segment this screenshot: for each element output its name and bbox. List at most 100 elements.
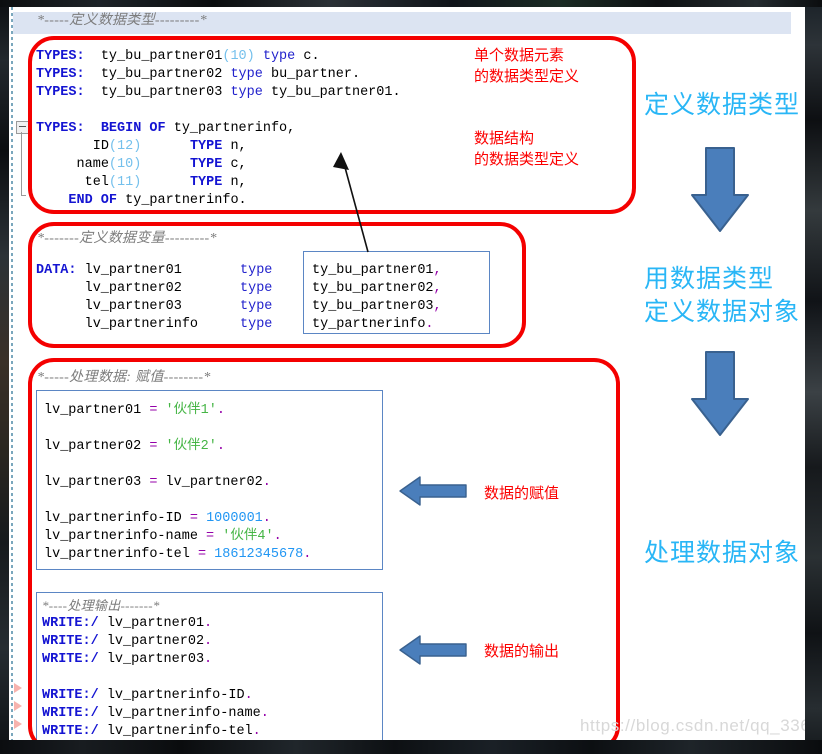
period-a6: . [303,547,312,562]
period-4: . [425,317,434,332]
annotation-assignment: 数据的赋值 [484,484,560,502]
kw-write: WRITE:/ [42,634,99,649]
code-line-assign-3[interactable]: lv_partner03 = lv_partner02. [44,474,271,492]
field-tel-type: n, [230,175,247,190]
var-name-4: lv_partnerinfo [84,317,199,332]
assign-var-1: lv_partner01 [44,403,142,418]
code-line-write-name[interactable]: WRITE:/ lv_partnerinfo-name. [42,705,269,723]
code-line-field-name[interactable]: name(10) TYPE c, [36,156,247,174]
type-base-1: c. [303,49,320,64]
period-w3: . [204,652,213,667]
kw-write: WRITE:/ [42,724,99,739]
code-line-assign-name[interactable]: lv_partnerinfo-name = '伙伴4'. [44,528,282,546]
code-line-write-1[interactable]: WRITE:/ lv_partner01. [42,615,212,633]
code-line-write-3[interactable]: WRITE:/ lv_partner03. [42,651,212,669]
code-line-write-id[interactable]: WRITE:/ lv_partnerinfo-ID. [42,687,253,705]
period-a4: . [262,511,271,526]
kw-type-lower-3: type [230,85,263,100]
write-var-1: lv_partner01 [106,616,205,631]
code-line-struct-begin[interactable]: TYPES: BEGIN OF ty_partnerinfo, [36,120,295,138]
comma-2: , [433,281,442,296]
kw-type-data-2: type [240,281,273,296]
kw-write: WRITE:/ [42,706,99,721]
assign-value-2: '伙伴2' [165,439,217,454]
code-line-data-2[interactable]: lv_partner02 [36,280,182,298]
ref-type-name-4: ty_partnerinfo [312,317,426,332]
comment-define-data-variables: *-------定义数据变量---------* [37,231,217,246]
period-w4: . [244,688,253,703]
assign-value-name: '伙伴4' [222,529,274,544]
kw-end-of: END OF [68,193,118,208]
type-len-1: (10) [222,49,255,64]
step-label-define-data-types: 定义数据类型 [644,90,801,119]
period-a3: . [262,475,271,490]
breakpoint-marker-icon[interactable] [14,701,22,711]
write-var-3: lv_partner03 [106,652,205,667]
breakpoint-marker-icon[interactable] [14,719,22,729]
comment-define-data-types: *-----定义数据类型---------* [37,13,207,28]
type-name-3: ty_bu_partner03 [100,85,223,100]
assign-var-2: lv_partner02 [44,439,142,454]
field-id-type: n, [230,139,247,154]
kw-write: WRITE:/ [42,652,99,667]
period-a1: . [216,403,225,418]
photo-edge-bottom [0,740,822,754]
code-ref-type-4[interactable]: ty_partnerinfo. [312,316,434,334]
code-line-assign-id[interactable]: lv_partnerinfo-ID = 1000001. [44,510,271,528]
type-name-1: ty_bu_partner01 [100,49,223,64]
editor-left-guide [11,7,13,740]
ref-type-name-3: ty_bu_partner03 [312,299,434,314]
code-line-assign-1[interactable]: lv_partner01 = '伙伴1'. [44,402,225,420]
field-id-name: ID [92,139,109,154]
photo-edge-left [0,0,9,754]
kw-TYPE: TYPE [189,139,223,154]
write-var-2: lv_partner02 [106,634,205,649]
watermark-url: https://blog.csdn.net/qq_33641781 [580,716,822,735]
code-line-field-tel[interactable]: tel(11) TYPE n, [36,174,247,192]
kw-types: TYPES: [36,67,85,82]
code-ref-type-2[interactable]: ty_bu_partner02, [312,280,442,298]
code-line-struct-end[interactable]: END OF ty_partnerinfo. [36,192,246,210]
period-a5: . [273,529,282,544]
period-w2: . [204,634,213,649]
code-line-data-4[interactable]: lv_partnerinfo [36,316,198,334]
kw-type-data-3: type [240,299,273,314]
code-line-data-3[interactable]: lv_partner03 [36,298,182,316]
code-line-data-1[interactable]: DATA: lv_partner01 [36,262,182,280]
code-line-types-1[interactable]: TYPES: ty_bu_partner01(10) type c. [36,48,320,66]
code-line-assign-2[interactable]: lv_partner02 = '伙伴2'. [44,438,225,456]
type-name-2: ty_bu_partner02 [100,67,223,82]
period-w5: . [260,706,269,721]
kw-types: TYPES: [36,85,85,100]
equals-1: = [149,403,158,418]
breakpoint-marker-icon[interactable] [14,683,22,693]
field-name-name: name [76,157,109,172]
code-line-types-2[interactable]: TYPES: ty_bu_partner02 type bu_partner. [36,66,360,84]
screenshot-root: *-----定义数据类型---------* TYPES: ty_bu_part… [0,0,822,754]
assign-field-id: lv_partnerinfo-ID [44,511,182,526]
kw-type-data-1: type [240,263,273,278]
period-a2: . [216,439,225,454]
code-line-types-3[interactable]: TYPES: ty_bu_partner03 type ty_bu_partne… [36,84,401,102]
field-id-len: (12) [108,139,142,154]
kw-write: WRITE:/ [42,688,99,703]
kw-data: DATA: [36,263,77,278]
step-label-process-data-objects: 处理数据对象 [644,538,801,567]
code-line-assign-tel[interactable]: lv_partnerinfo-tel = 18612345678. [44,546,311,564]
code-line-write-2[interactable]: WRITE:/ lv_partner02. [42,633,212,651]
code-line-write-tel[interactable]: WRITE:/ lv_partnerinfo-tel. [42,723,261,741]
code-fold-toggle[interactable] [16,121,29,134]
assign-value-tel: 18612345678 [214,547,304,562]
code-ref-type-1[interactable]: ty_bu_partner01, [312,262,442,280]
annotation-single-element: 单个数据元素 的数据类型定义 [474,46,580,85]
var-name-1: lv_partner01 [84,263,182,278]
photo-edge-top [0,0,822,7]
code-fold-rail [21,132,22,195]
struct-name: ty_partnerinfo, [173,121,296,136]
period-w1: . [204,616,213,631]
type-base-2: bu_partner. [270,67,361,82]
code-ref-type-3[interactable]: ty_bu_partner03, [312,298,442,316]
code-line-field-id[interactable]: ID(12) TYPE n, [36,138,247,156]
field-name-len: (10) [108,157,142,172]
kw-write: WRITE:/ [42,616,99,631]
